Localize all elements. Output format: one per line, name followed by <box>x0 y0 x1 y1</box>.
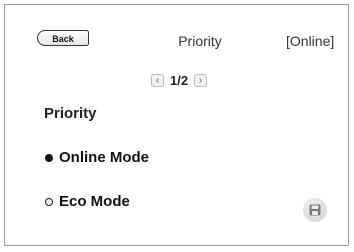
option-label: Online Mode <box>59 149 149 166</box>
section-title: Priority <box>44 105 97 122</box>
option-eco-mode[interactable]: Eco Mode <box>45 193 130 210</box>
page-title: Priority <box>178 33 222 49</box>
page-indicator: 1/2 <box>170 72 189 88</box>
radio-unselected-icon <box>45 197 53 206</box>
option-label: Eco Mode <box>59 193 130 210</box>
save-button[interactable] <box>303 198 327 222</box>
screen-frame: Back Priority [Online] ‹ 1/2 › Priority … <box>4 4 349 246</box>
chevron-right-icon[interactable]: › <box>194 73 208 87</box>
option-online-mode[interactable]: Online Mode <box>45 149 149 166</box>
pager: ‹ 1/2 › <box>151 72 208 88</box>
back-button[interactable]: Back <box>37 30 89 46</box>
status-label: [Online] <box>286 33 335 49</box>
radio-selected-icon <box>45 153 53 162</box>
save-icon <box>309 204 321 216</box>
chevron-left-icon[interactable]: ‹ <box>151 73 164 87</box>
